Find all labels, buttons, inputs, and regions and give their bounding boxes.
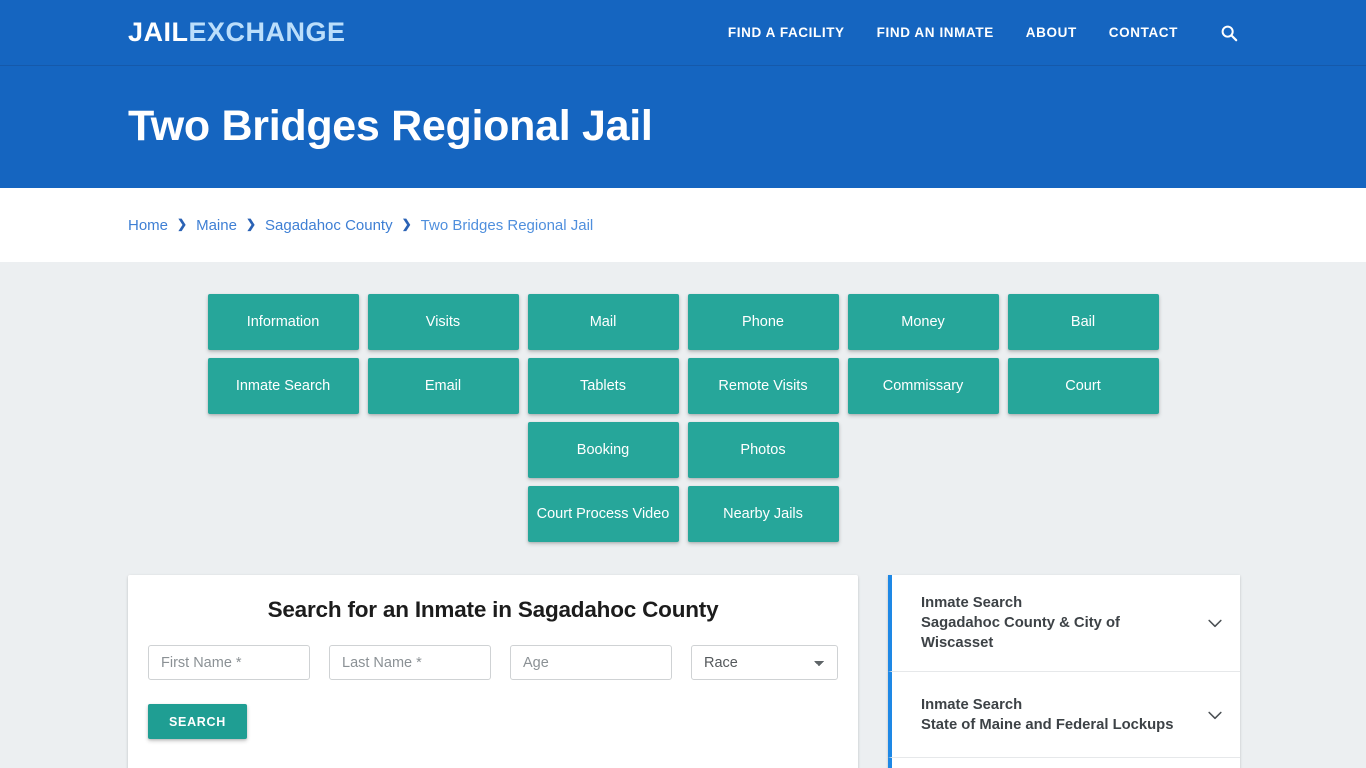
breadcrumb-item-current[interactable]: Two Bridges Regional Jail	[421, 217, 594, 234]
content-columns: Search for an Inmate in Sagadahoc County…	[128, 575, 1240, 768]
inmate-search-fields: Race	[148, 645, 838, 680]
logo-text-primary: JAIL	[128, 17, 189, 47]
race-select[interactable]: Race	[691, 645, 838, 680]
tile-mail[interactable]: Mail	[527, 294, 679, 350]
nav-item-find-a-facility[interactable]: FIND A FACILITY	[728, 25, 845, 40]
facility-section-tiles: Information Visits Mail Phone Money Bail…	[128, 262, 1238, 542]
page-title: Two Bridges Regional Jail	[128, 102, 653, 151]
search-icon	[1221, 25, 1238, 41]
tile-court[interactable]: Court	[1007, 358, 1159, 414]
accordion-item-text: Inmate Search State of Maine and Federal…	[921, 695, 1194, 735]
accordion-line-1: Inmate Search	[921, 595, 1023, 611]
breadcrumb-item-home[interactable]: Home	[128, 217, 168, 234]
accordion-item-inmate-search-county[interactable]: Inmate Search Sagadahoc County & City of…	[888, 575, 1240, 673]
tile-booking[interactable]: Booking	[527, 422, 679, 478]
tile-phone[interactable]: Phone	[687, 294, 839, 350]
inmate-search-card: Search for an Inmate in Sagadahoc County…	[128, 575, 858, 768]
sidebar-column: Inmate Search Sagadahoc County & City of…	[888, 575, 1240, 768]
breadcrumb-separator-icon: ❯	[245, 217, 256, 231]
chevron-down-icon	[1204, 612, 1226, 634]
nav-item-find-an-inmate[interactable]: FIND AN INMATE	[877, 25, 994, 40]
site-logo[interactable]: JAILEXCHANGE	[128, 19, 346, 46]
site-header: JAILEXCHANGE FIND A FACILITY FIND AN INM…	[0, 0, 1366, 65]
tile-inmate-search[interactable]: Inmate Search	[207, 358, 359, 414]
main-column: Search for an Inmate in Sagadahoc County…	[128, 575, 858, 768]
tile-bail[interactable]: Bail	[1007, 294, 1159, 350]
sidebar-accordion: Inmate Search Sagadahoc County & City of…	[888, 575, 1240, 768]
tile-court-process-video[interactable]: Court Process Video	[527, 486, 679, 542]
tile-remote-visits[interactable]: Remote Visits	[687, 358, 839, 414]
inmate-search-title: Search for an Inmate in Sagadahoc County	[267, 597, 719, 622]
logo-text-secondary: EXCHANGE	[188, 17, 346, 47]
breadcrumb-separator-icon: ❯	[177, 217, 188, 231]
breadcrumb-separator-icon: ❯	[401, 217, 412, 231]
accordion-item-text: Inmate Search Sagadahoc County & City of…	[921, 593, 1194, 653]
search-submit-button[interactable]: SEARCH	[148, 704, 247, 739]
breadcrumb: Home ❯ Maine ❯ Sagadahoc County ❯ Two Br…	[128, 217, 593, 234]
breadcrumb-item-sagadahoc-county[interactable]: Sagadahoc County	[265, 217, 393, 234]
tile-photos[interactable]: Photos	[687, 422, 839, 478]
header-search-button[interactable]	[1220, 24, 1238, 42]
first-name-input[interactable]	[148, 645, 310, 680]
tile-money[interactable]: Money	[847, 294, 999, 350]
main-navigation: FIND A FACILITY FIND AN INMATE ABOUT CON…	[728, 24, 1238, 42]
tile-grid-row-3: Court Process Video Nearby Jails	[128, 486, 1238, 542]
page-hero: Two Bridges Regional Jail	[0, 65, 1366, 188]
accordion-line-2: State of Maine and Federal Lockups	[921, 716, 1174, 733]
breadcrumb-item-maine[interactable]: Maine	[196, 217, 237, 234]
tile-email[interactable]: Email	[367, 358, 519, 414]
nav-item-about[interactable]: ABOUT	[1026, 25, 1077, 40]
accordion-line-1: Inmate Search	[921, 696, 1023, 713]
tile-information[interactable]: Information	[207, 294, 359, 350]
tile-commissary[interactable]: Commissary	[847, 358, 999, 414]
last-name-input[interactable]	[329, 645, 491, 680]
nav-item-contact[interactable]: CONTACT	[1109, 25, 1178, 40]
tile-tablets[interactable]: Tablets	[527, 358, 679, 414]
page-body: Information Visits Mail Phone Money Bail…	[0, 262, 1366, 768]
accordion-item-contact-information[interactable]: Two Bridges Regional Jail Contact Inform…	[888, 758, 1240, 768]
breadcrumb-bar: Home ❯ Maine ❯ Sagadahoc County ❯ Two Br…	[0, 188, 1366, 262]
age-input[interactable]	[510, 645, 672, 680]
chevron-down-icon	[1204, 704, 1226, 726]
tile-nearby-jails[interactable]: Nearby Jails	[687, 486, 839, 542]
tile-visits[interactable]: Visits	[367, 294, 519, 350]
accordion-item-inmate-search-state[interactable]: Inmate Search State of Maine and Federal…	[888, 672, 1240, 759]
tile-grid-rows-1-2: Information Visits Mail Phone Money Bail…	[128, 262, 1238, 478]
accordion-line-2: Sagadahoc County & City of Wiscasset	[921, 615, 1120, 652]
